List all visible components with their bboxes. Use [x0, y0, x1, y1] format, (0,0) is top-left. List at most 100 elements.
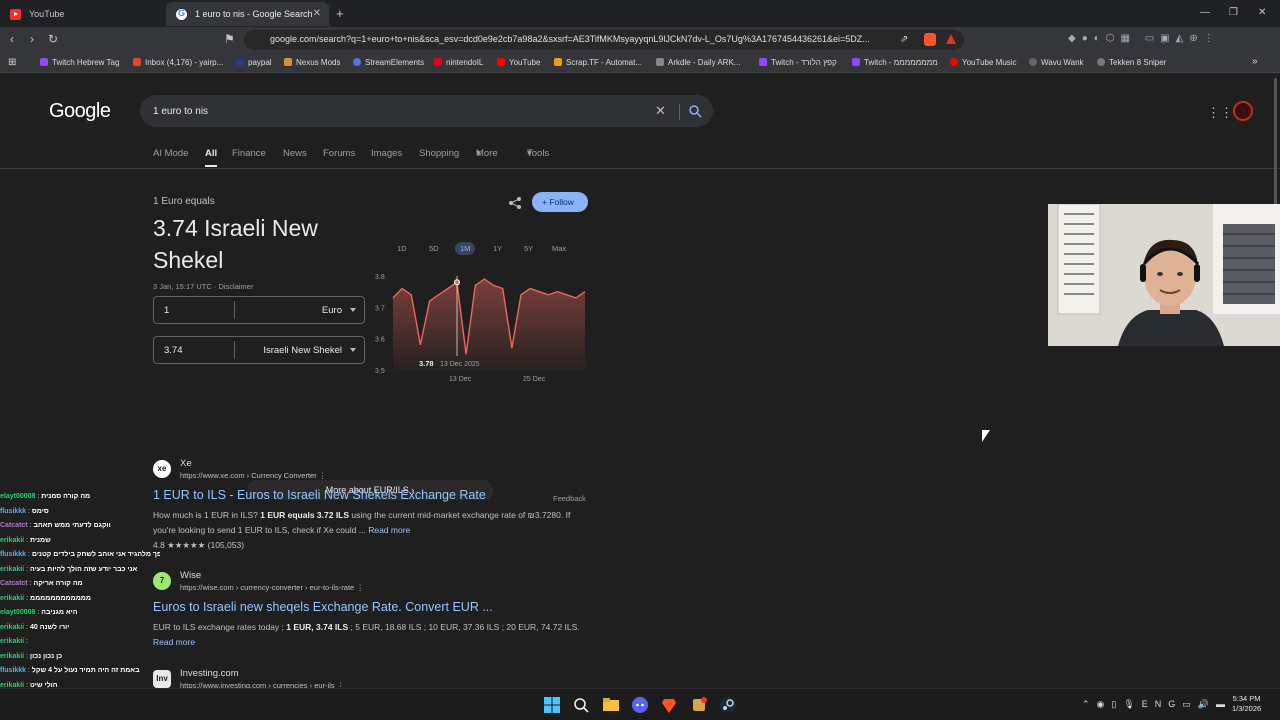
- search-input[interactable]: 1 euro to nis: [140, 95, 713, 127]
- bookmark-item[interactable]: Nexus Mods: [284, 58, 340, 67]
- url-action-icons[interactable]: ⇗: [900, 34, 915, 45]
- bookmark-item[interactable]: YouTube Music: [950, 58, 1017, 67]
- follow-button[interactable]: + Follow: [532, 192, 588, 212]
- tab-title: YouTube: [29, 9, 65, 19]
- tab-youtube[interactable]: YouTube: [0, 2, 165, 26]
- range-1y[interactable]: 1Y: [493, 244, 502, 253]
- feedback-link[interactable]: Feedback: [553, 494, 586, 503]
- result-site[interactable]: Wise: [180, 570, 201, 581]
- chevron-down-icon: [350, 308, 356, 312]
- scraptf-icon: [554, 58, 562, 66]
- windows-taskbar: ⌃◉▯🎙ENG▭🔊▬ 5:34 PM 1/3/2026: [0, 688, 1280, 720]
- bookmark-item[interactable]: Tekken 8 Sniper: [1097, 58, 1166, 67]
- brave-shield-icon[interactable]: [924, 33, 936, 46]
- chat-text: יורו לשנה 40: [29, 623, 70, 631]
- brave-browser-icon[interactable]: [661, 697, 677, 713]
- bookmark-item[interactable]: Scrap.TF - Automat...: [554, 58, 642, 67]
- from-amount-input[interactable]: 1: [164, 305, 169, 316]
- field-divider: [234, 341, 235, 359]
- youtube-icon: [10, 8, 21, 20]
- avatar[interactable]: [1233, 101, 1253, 121]
- app-icon[interactable]: [691, 697, 707, 713]
- range-5d[interactable]: 5D: [429, 244, 439, 253]
- clear-search-icon[interactable]: ✕: [655, 103, 666, 119]
- result-snippet: EUR to ILS exchange rates today ; 1 EUR,…: [153, 622, 580, 647]
- bookmark-icon[interactable]: ⚑: [224, 32, 235, 46]
- url-bar[interactable]: google.com/search?q=1+euro+to+nis&sca_es…: [244, 30, 964, 50]
- search-icon[interactable]: [688, 104, 702, 118]
- x-tick-label: 13 Dec: [449, 376, 472, 382]
- search-icon[interactable]: [573, 697, 589, 713]
- maximize-button[interactable]: ❐: [1229, 7, 1238, 18]
- discord-icon[interactable]: [632, 697, 648, 713]
- tab-news[interactable]: News: [283, 148, 307, 159]
- tab-ai-mode[interactable]: AI Mode: [153, 148, 188, 159]
- close-window-button[interactable]: ✕: [1258, 7, 1266, 18]
- range-1d[interactable]: 1D: [397, 244, 407, 253]
- new-tab-button[interactable]: +: [336, 6, 344, 21]
- steam-icon[interactable]: [720, 697, 736, 713]
- chat-message: flusikkk : לאהוב סטרדיו ואלי זה ההפך מלה…: [0, 548, 160, 563]
- tab-images[interactable]: Images: [371, 148, 402, 159]
- from-currency-select[interactable]: Euro: [322, 305, 342, 316]
- forward-button[interactable]: ›: [30, 32, 34, 46]
- reload-button[interactable]: ↻: [48, 32, 58, 46]
- tab-shopping[interactable]: Shopping: [419, 148, 459, 159]
- more-options-icon[interactable]: ⋮: [319, 471, 327, 480]
- tab-google-search[interactable]: 1 euro to nis - Google Search ✕: [166, 2, 329, 26]
- bookmarks-overflow-icon[interactable]: »: [1252, 56, 1258, 67]
- google-results-page: Google 1 euro to nis ✕ ⋮⋮⋮ AI Mode All F…: [0, 74, 1280, 690]
- minimize-button[interactable]: —: [1200, 7, 1210, 18]
- mouse-cursor: [982, 430, 990, 442]
- share-icon[interactable]: [508, 196, 522, 210]
- read-more-link[interactable]: Read more: [368, 525, 410, 535]
- extension-icons[interactable]: ◆●◐⬡▦ ▭▣◭⊕⋮: [1068, 33, 1220, 44]
- bookmark-item[interactable]: Inbox (4,176) - yairp...: [133, 58, 223, 67]
- tab-all[interactable]: All: [205, 148, 217, 159]
- chat-message: Catcatct : ווקגם לדעתי ממש תאהב: [0, 519, 160, 534]
- scrollbar[interactable]: [1274, 78, 1277, 208]
- to-currency-select[interactable]: Israeli New Shekel: [263, 345, 342, 356]
- result-title-link[interactable]: 1 EUR to ILS - Euros to Israeli New Shek…: [153, 488, 486, 502]
- currency-converter-card: 1 Euro equals 3.74 Israeli New Shekel 3 …: [153, 192, 589, 432]
- bookmark-item[interactable]: Twitch - קפץ הלורד: [759, 58, 837, 67]
- tooltip-value: 3.78: [419, 359, 434, 368]
- result-site[interactable]: Investing.com: [180, 668, 239, 679]
- to-amount-input[interactable]: 3.74: [164, 345, 183, 356]
- to-currency-field[interactable]: 3.74 Israeli New Shekel: [153, 336, 365, 364]
- google-icon: [176, 8, 187, 20]
- back-button[interactable]: ‹: [10, 32, 14, 46]
- system-tray[interactable]: ⌃◉▯🎙ENG▭🔊▬: [1082, 699, 1232, 710]
- bookmark-item[interactable]: Twitch - ממממממממ: [852, 58, 938, 67]
- windows-start-icon[interactable]: [544, 697, 560, 713]
- result-title-link[interactable]: Euros to Israeli new sheqels Exchange Ra…: [153, 600, 493, 614]
- from-currency-field[interactable]: 1 Euro: [153, 296, 365, 324]
- chat-username: erikakii: [0, 594, 25, 602]
- tab-finance[interactable]: Finance: [232, 148, 266, 159]
- more-options-icon[interactable]: ⋮: [356, 583, 364, 592]
- result-site[interactable]: Xe: [180, 458, 192, 469]
- close-tab-icon[interactable]: ✕: [313, 8, 321, 19]
- exchange-rate-chart[interactable]: 3.8 3.7 3.6 3.5 3.78 13 Dec 2025 13 Dec 25 Dec: [373, 272, 589, 382]
- google-logo[interactable]: Google: [49, 100, 111, 123]
- range-1m[interactable]: 1M: [455, 242, 476, 255]
- result-url[interactable]: https://www.xe.com › Currency Converter …: [180, 471, 326, 480]
- bookmark-item[interactable]: StreamElements: [353, 58, 424, 67]
- apps-grid-icon[interactable]: ⊞: [8, 57, 16, 68]
- range-5y[interactable]: 5Y: [524, 244, 533, 253]
- tab-forums[interactable]: Forums: [323, 148, 355, 159]
- browser-tab-bar: YouTube 1 euro to nis - Google Search ✕ …: [0, 0, 1280, 27]
- chat-text: לאהוב סטרדיו ואלי זה ההפך מלהגיד אני אוה…: [31, 551, 160, 558]
- brave-rewards-icon[interactable]: [946, 34, 956, 44]
- chat-message: elayt00008 : היא מגניבה: [0, 606, 160, 621]
- bookmark-item[interactable]: Wavu Wank: [1029, 58, 1084, 67]
- range-max[interactable]: Max: [552, 244, 566, 253]
- bookmark-item[interactable]: Twitch Hebrew Tag: [40, 58, 119, 67]
- bookmark-item[interactable]: Arkdle - Daily ARK...: [656, 58, 740, 67]
- bookmark-item[interactable]: YouTube: [497, 58, 540, 67]
- result-url[interactable]: https://wise.com › currency-converter › …: [180, 583, 364, 592]
- bookmark-item[interactable]: paypal: [236, 58, 272, 67]
- file-explorer-icon[interactable]: [603, 697, 619, 713]
- clock[interactable]: 5:34 PM 1/3/2026: [1232, 694, 1261, 714]
- bookmark-item[interactable]: nintendoIL: [434, 58, 483, 67]
